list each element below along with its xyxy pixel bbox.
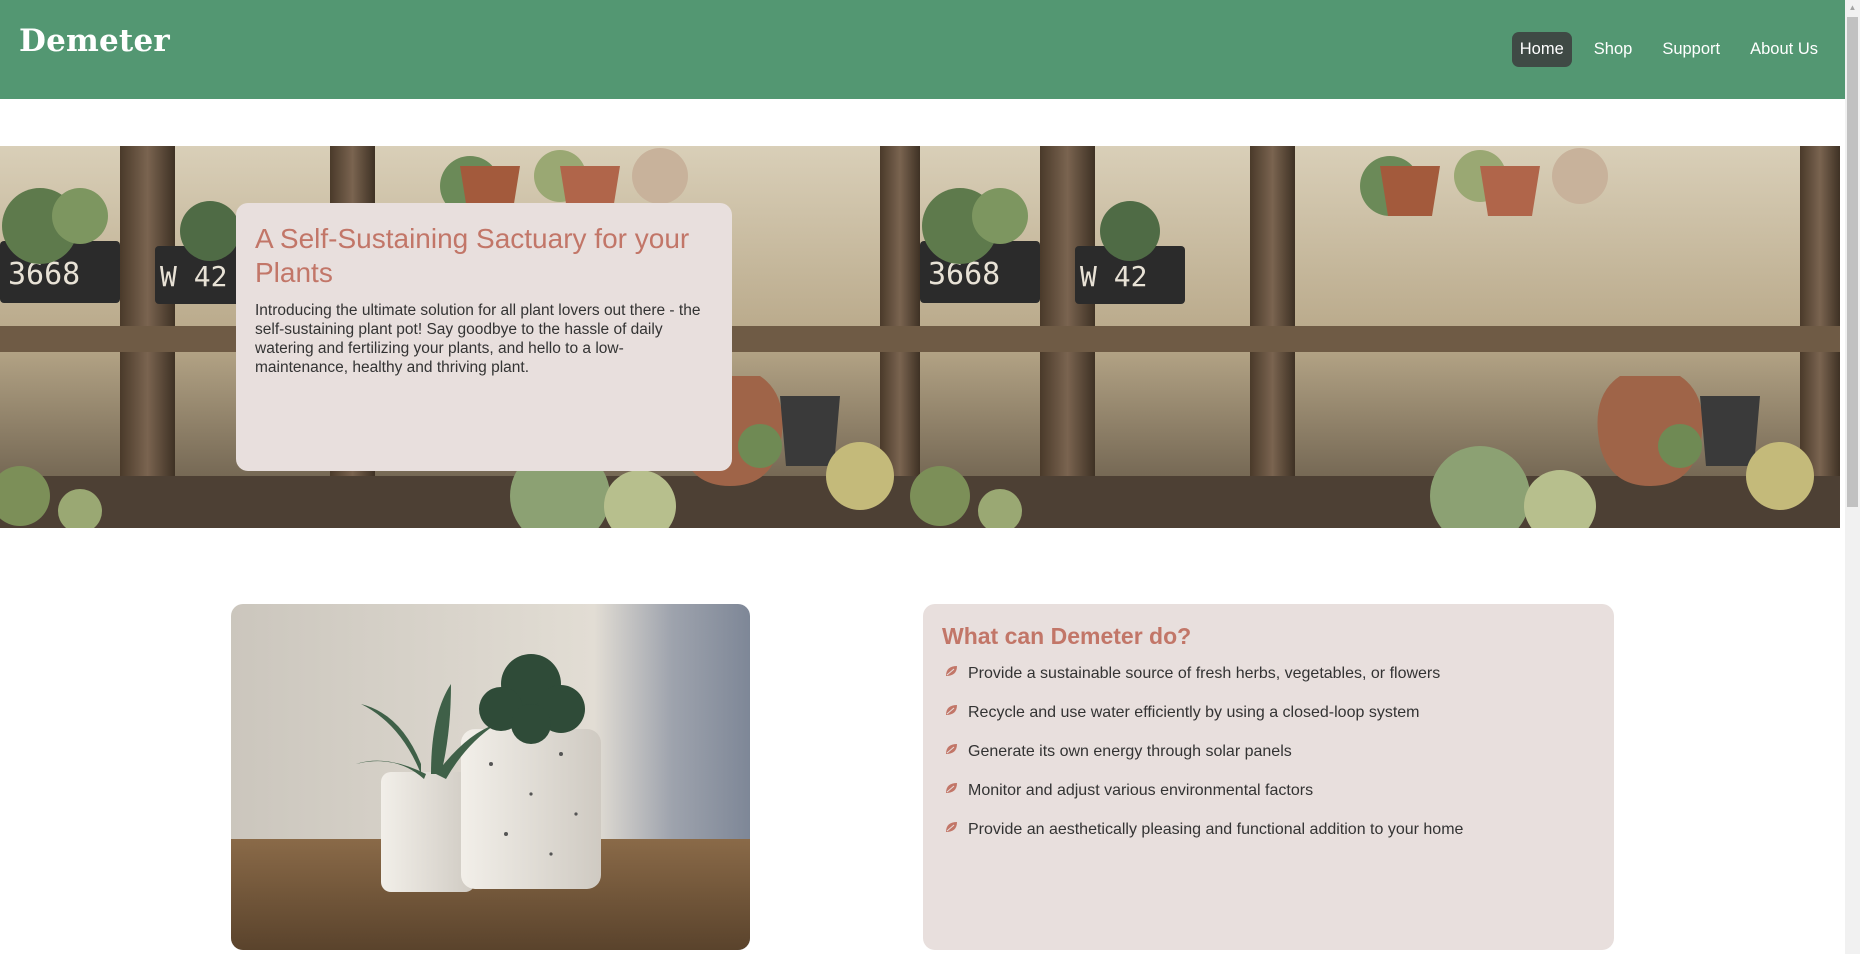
leaf-icon <box>946 665 957 676</box>
leaf-icon <box>946 704 957 715</box>
list-item: Generate its own energy through solar pa… <box>942 732 1595 771</box>
scrollbar-thumb[interactable] <box>1847 17 1858 507</box>
nav-home[interactable]: Home <box>1511 32 1572 67</box>
list-item: Provide an aesthetically pleasing and fu… <box>942 810 1595 849</box>
vertical-scrollbar[interactable]: ▲ <box>1845 0 1860 954</box>
logo[interactable]: Demeter <box>19 23 170 59</box>
list-item: Recycle and use water efficiently by usi… <box>942 693 1595 732</box>
nav-support[interactable]: Support <box>1654 32 1728 67</box>
feature-text: Monitor and adjust various environmental… <box>968 781 1314 799</box>
site-header: Demeter Home Shop Support About Us <box>0 0 1845 99</box>
main-nav: Home Shop Support About Us <box>1511 32 1826 67</box>
hero-description: Introducing the ultimate solution for al… <box>255 302 701 376</box>
leaf-icon <box>946 782 957 793</box>
scroll-up-arrow-icon[interactable]: ▲ <box>1845 0 1860 15</box>
feature-text: Provide a sustainable source of fresh he… <box>968 664 1441 682</box>
feature-text: Provide an aesthetically pleasing and fu… <box>968 820 1464 838</box>
feature-text: Recycle and use water efficiently by usi… <box>968 703 1420 721</box>
hero-title: A Self-Sustaining Sactuary for your Plan… <box>255 223 690 288</box>
list-item: Monitor and adjust various environmental… <box>942 771 1595 810</box>
plant-pots-image <box>231 604 750 950</box>
list-item: Provide a sustainable source of fresh he… <box>942 654 1595 693</box>
features-list: Provide a sustainable source of fresh he… <box>942 654 1595 849</box>
product-photo <box>231 604 750 950</box>
nav-about-us[interactable]: About Us <box>1742 32 1826 67</box>
leaf-icon <box>946 821 957 832</box>
leaf-icon <box>946 743 957 754</box>
features-title: What can Demeter do? <box>942 623 1192 649</box>
hero-card: A Self-Sustaining Sactuary for your Plan… <box>236 203 732 471</box>
features-card: What can Demeter do? Provide a sustainab… <box>923 604 1614 950</box>
page: Demeter Home Shop Support About Us A Sel… <box>0 0 1845 954</box>
nav-shop[interactable]: Shop <box>1586 32 1641 67</box>
feature-text: Generate its own energy through solar pa… <box>968 742 1292 760</box>
